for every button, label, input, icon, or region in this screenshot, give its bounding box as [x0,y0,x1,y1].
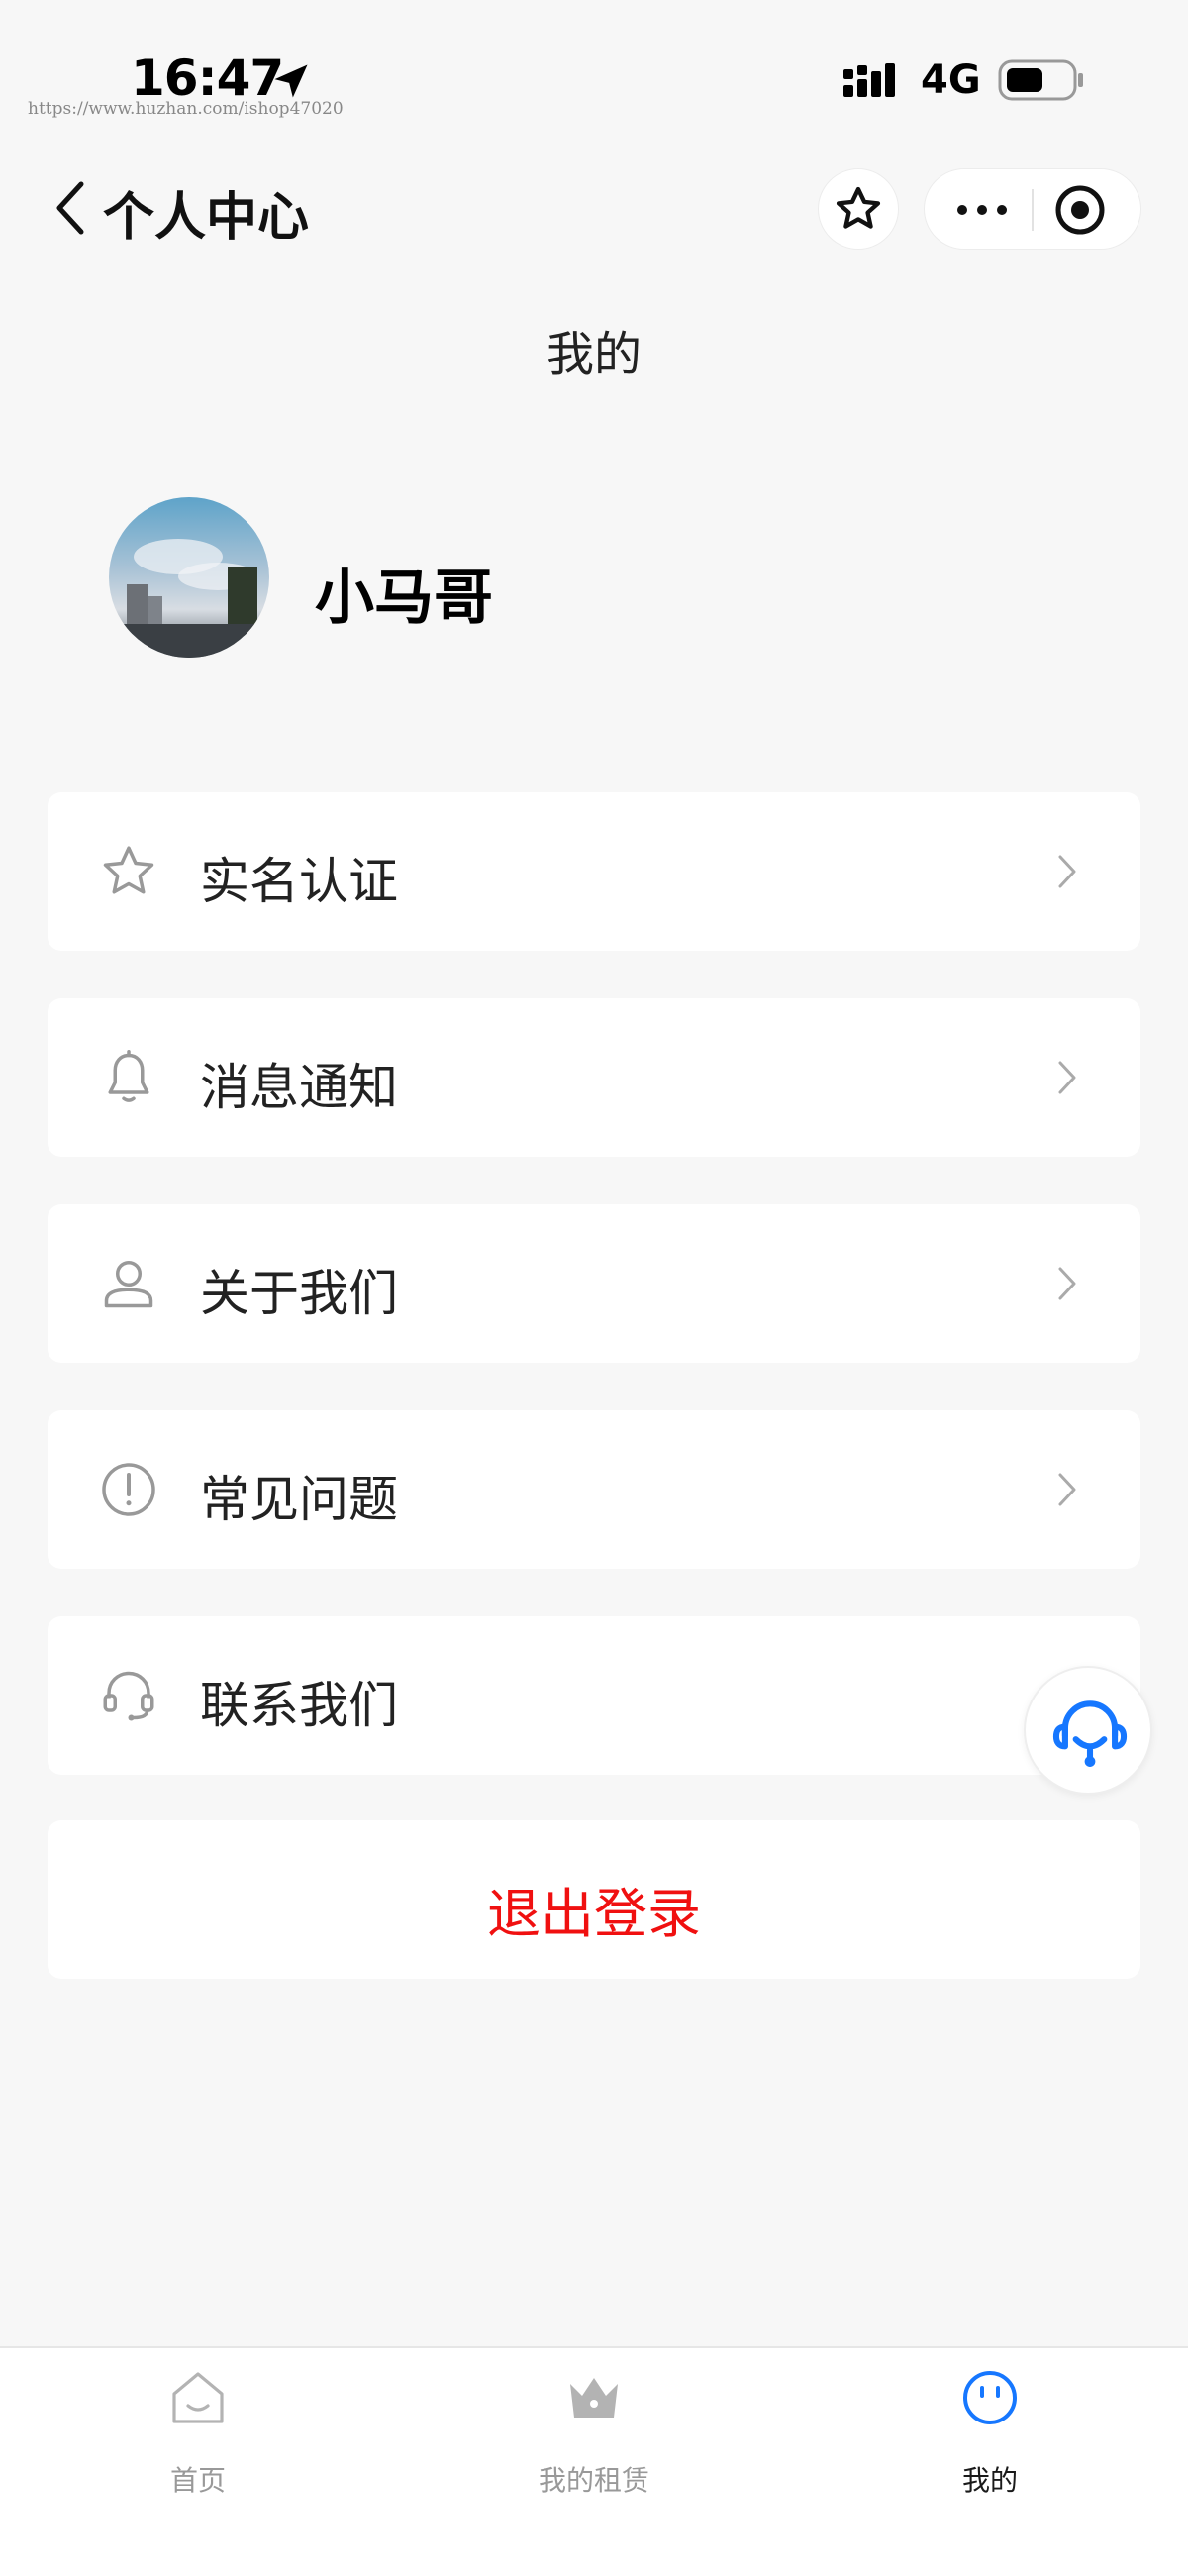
menu-label: 关于我们 [200,1265,398,1322]
capsule-menu [924,168,1141,250]
favorite-button[interactable] [818,168,899,250]
status-bar: 16:47 https://www.huzhan.com/ishop47020 … [0,0,1188,144]
info-circle-icon [102,1463,155,1516]
smile-icon [963,2371,1017,2424]
watermark-text: https://www.huzhan.com/ishop47020 [28,99,344,119]
user-icon [104,1261,153,1308]
menu-label: 常见问题 [200,1471,398,1528]
customer-service-button[interactable] [1024,1666,1152,1795]
logout-label: 退出登录 [487,1883,701,1945]
star-icon [836,186,881,229]
menu-item-real-name[interactable]: 实名认证 [48,792,1140,951]
home-icon [172,2372,224,2423]
tab-my-rentals[interactable]: 我的租赁 [396,2348,792,2546]
customer-service-icon [1052,1700,1128,1767]
nav-title: 个人中心 [103,188,310,248]
menu-item-faq[interactable]: 常见问题 [48,1410,1140,1569]
chevron-right-icon [1058,855,1076,888]
chevron-right-icon [1058,1473,1076,1506]
logout-button[interactable]: 退出登录 [48,1820,1140,1979]
star-icon [103,846,154,894]
avatar-image [109,497,269,658]
menu-item-contact-us[interactable]: 联系我们 [48,1616,1140,1775]
menu-label: 实名认证 [200,853,398,910]
headset-icon [103,1671,154,1721]
network-type: 4G [921,57,981,103]
username: 小马哥 [315,564,493,633]
signal-icon [843,63,895,97]
page-title: 我的 [545,327,642,382]
menu-label: 消息通知 [200,1059,398,1116]
location-arrow-icon [274,64,308,98]
target-icon[interactable] [1053,183,1107,237]
nav-bar: 个人中心 [0,154,1188,262]
bell-icon [108,1050,149,1102]
tab-home[interactable]: 首页 [0,2348,396,2546]
menu-item-about-us[interactable]: 关于我们 [48,1204,1140,1363]
avatar[interactable] [109,497,269,658]
more-dots-icon[interactable] [954,195,1010,225]
menu-item-notifications[interactable]: 消息通知 [48,998,1140,1157]
chevron-right-icon [1058,1061,1076,1094]
tab-bar: 首页 我的租赁 我的 [0,2346,1188,2576]
menu-label: 联系我们 [200,1677,398,1734]
chevron-right-icon [1058,1267,1076,1300]
battery-icon [998,59,1083,101]
tab-mine[interactable]: 我的 [792,2348,1188,2546]
tab-label: 首页 [169,2464,226,2497]
capsule-divider [1032,189,1034,231]
tab-label: 我的 [961,2464,1018,2497]
crown-icon [570,2378,618,2418]
tab-label: 我的租赁 [538,2464,649,2497]
chevron-left-icon[interactable] [51,178,91,238]
